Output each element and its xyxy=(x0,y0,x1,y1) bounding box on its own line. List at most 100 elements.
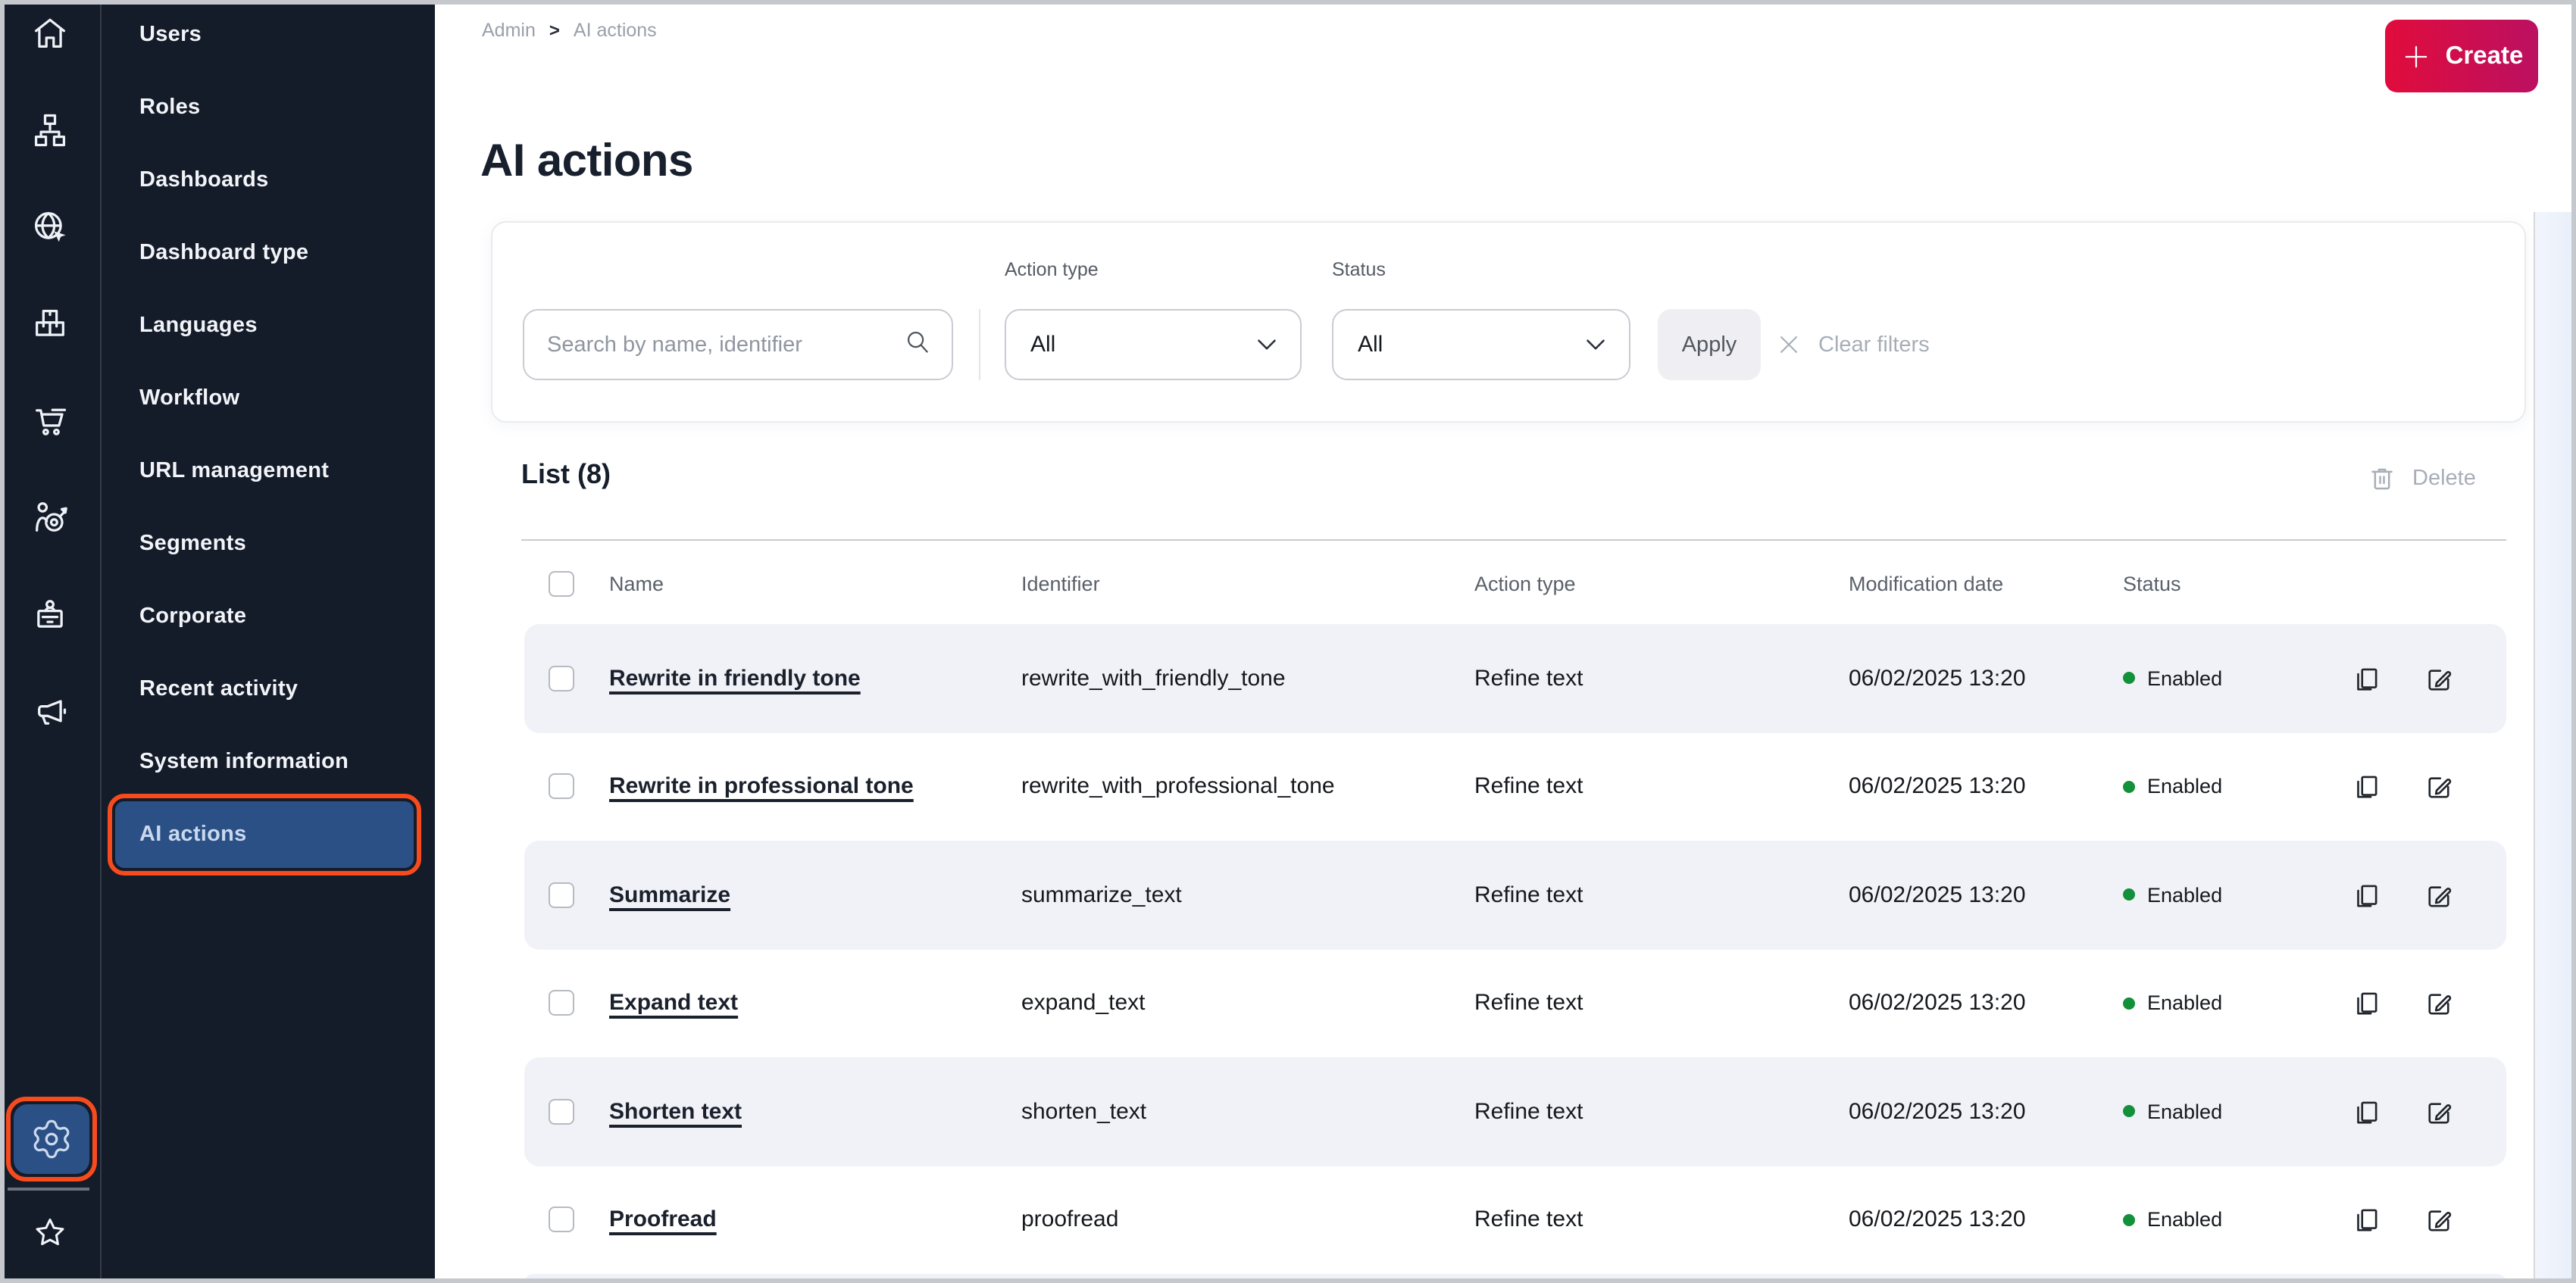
edit-icon[interactable] xyxy=(2409,1083,2467,1141)
column-header-name: Name xyxy=(609,573,664,595)
breadcrumb: Admin > AI actions xyxy=(482,20,657,41)
row-checkbox[interactable] xyxy=(549,1207,574,1233)
edit-icon[interactable] xyxy=(2409,1191,2467,1249)
delete-button[interactable]: Delete xyxy=(2358,462,2485,495)
badge-icon xyxy=(37,600,63,628)
menu-item-dashboard-type[interactable]: Dashboard type xyxy=(115,220,414,286)
table-row: Shorten text shorten_text Refine text 06… xyxy=(524,1057,2506,1166)
row-action-type: Refine text xyxy=(1474,1207,1583,1233)
copy-icon[interactable] xyxy=(2337,650,2394,707)
search-input[interactable] xyxy=(524,332,903,357)
rail-item-packages[interactable] xyxy=(30,304,70,344)
clear-filters-button[interactable]: Clear filters xyxy=(1767,309,1939,380)
table-row: Rewrite in professional tone rewrite_wit… xyxy=(524,732,2506,841)
row-status: Enabled xyxy=(2123,667,2222,690)
status-text: Enabled xyxy=(2147,1100,2223,1123)
row-modification-date: 06/02/2025 13:20 xyxy=(1849,1098,2026,1125)
row-modification-date: 06/02/2025 13:20 xyxy=(1849,773,2026,800)
menu-item-ai-actions[interactable]: AI actions xyxy=(108,794,421,876)
plus-icon xyxy=(2405,45,2427,67)
row-checkbox[interactable] xyxy=(549,773,574,800)
gear-icon xyxy=(33,1119,70,1159)
row-name-link[interactable]: Expand text xyxy=(609,991,738,1016)
partially-visible-row xyxy=(524,1274,2506,1283)
row-checkbox[interactable] xyxy=(549,990,574,1016)
clear-filters-label: Clear filters xyxy=(1818,332,1930,357)
apply-button[interactable]: Apply xyxy=(1658,309,1761,380)
rail-item-audience[interactable] xyxy=(30,498,70,538)
status-select[interactable]: All xyxy=(1332,309,1630,380)
edit-icon[interactable] xyxy=(2409,866,2467,924)
page-title: AI actions xyxy=(480,136,693,187)
x-icon xyxy=(1780,336,1797,353)
filter-divider xyxy=(979,309,980,380)
row-identifier: proofread xyxy=(1021,1207,1119,1233)
rail-item-globe[interactable] xyxy=(30,208,70,247)
row-name-link[interactable]: Rewrite in professional tone xyxy=(609,774,914,800)
rail-item-favorites[interactable] xyxy=(32,1215,68,1251)
menu-item-recent-activity[interactable]: Recent activity xyxy=(115,656,414,723)
status-dot-icon xyxy=(2123,997,2135,1010)
status-dot-icon xyxy=(2123,780,2135,793)
row-checkbox[interactable] xyxy=(549,882,574,908)
table-row: Summarize summarize_text Refine text 06/… xyxy=(524,841,2506,949)
copy-icon[interactable] xyxy=(2337,1191,2394,1249)
column-header-identifier: Identifier xyxy=(1021,573,1100,595)
row-name-link[interactable]: Rewrite in friendly tone xyxy=(609,666,861,691)
chevron-down-icon xyxy=(1258,339,1276,350)
rail-item-settings[interactable] xyxy=(14,1104,89,1174)
select-all-checkbox[interactable] xyxy=(549,571,574,597)
row-action-type: Refine text xyxy=(1474,990,1583,1016)
row-name-link[interactable]: Shorten text xyxy=(609,1099,742,1125)
create-button[interactable]: Create xyxy=(2385,20,2538,92)
row-identifier: shorten_text xyxy=(1021,1098,1147,1125)
column-header-status: Status xyxy=(2123,573,2181,595)
star-icon xyxy=(36,1218,64,1246)
menu-item-dashboards[interactable]: Dashboards xyxy=(115,147,414,214)
megaphone-icon xyxy=(38,700,67,725)
status-value: All xyxy=(1358,332,1383,357)
menu-item-roles[interactable]: Roles xyxy=(115,74,414,141)
row-checkbox[interactable] xyxy=(549,1098,574,1125)
row-identifier: rewrite_with_friendly_tone xyxy=(1021,665,1286,691)
row-status: Enabled xyxy=(2123,1100,2222,1123)
status-text: Enabled xyxy=(2147,883,2223,907)
row-modification-date: 06/02/2025 13:20 xyxy=(1849,665,2026,691)
row-name-link[interactable]: Proofread xyxy=(609,1207,717,1233)
rail-item-home[interactable] xyxy=(30,14,70,53)
edit-icon[interactable] xyxy=(2409,975,2467,1032)
search-icon[interactable] xyxy=(903,326,932,363)
menu-item-url-management[interactable]: URL management xyxy=(115,438,414,504)
menu-item-corporate[interactable]: Corporate xyxy=(115,583,414,650)
action-type-select[interactable]: All xyxy=(1005,309,1302,380)
status-text: Enabled xyxy=(2147,775,2223,798)
menu-item-segments[interactable]: Segments xyxy=(115,510,414,577)
row-name-link[interactable]: Summarize xyxy=(609,882,730,908)
action-type-value: All xyxy=(1030,332,1056,357)
copy-icon[interactable] xyxy=(2337,866,2394,924)
home-icon xyxy=(34,18,66,48)
rail-item-cart[interactable] xyxy=(30,401,70,441)
menu-item-users[interactable]: Users xyxy=(115,2,414,68)
status-dot-icon xyxy=(2123,1105,2135,1118)
status-dot-icon xyxy=(2123,672,2135,685)
edit-icon[interactable] xyxy=(2409,758,2467,816)
row-checkbox[interactable] xyxy=(549,665,574,691)
status-dot-icon xyxy=(2123,888,2135,901)
copy-icon[interactable] xyxy=(2337,758,2394,816)
rail-item-sitemap[interactable] xyxy=(30,111,70,150)
edit-icon[interactable] xyxy=(2409,650,2467,707)
menu-item-system-information[interactable]: System information xyxy=(115,729,414,795)
globe-pointer-icon xyxy=(34,211,66,242)
admin-window: Users Roles Dashboards Dashboard type La… xyxy=(0,0,2576,1283)
menu-item-workflow[interactable]: Workflow xyxy=(115,365,414,432)
breadcrumb-root[interactable]: Admin xyxy=(482,20,536,41)
menu-item-languages[interactable]: Languages xyxy=(115,292,414,359)
copy-icon[interactable] xyxy=(2337,975,2394,1032)
scrollbar-track[interactable] xyxy=(2535,212,2571,1278)
chevron-down-icon xyxy=(1587,339,1605,350)
copy-icon[interactable] xyxy=(2337,1083,2394,1141)
rail-item-announcements[interactable] xyxy=(30,692,70,732)
filter-bar: Action type All Status All Apply Clear f… xyxy=(491,221,2526,423)
rail-item-badge[interactable] xyxy=(30,595,70,635)
